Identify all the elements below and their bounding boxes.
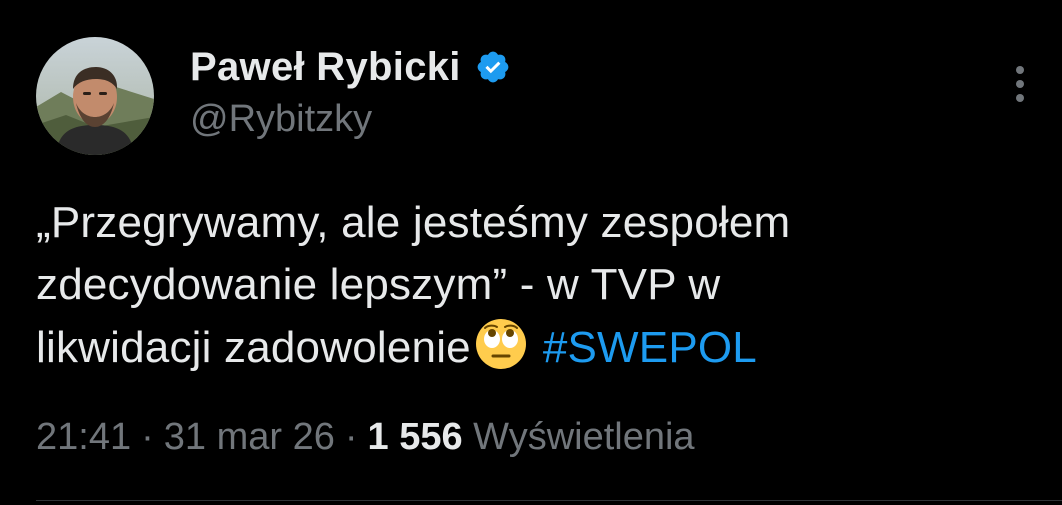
tweet-text-line-3-text: likwidacji zadowolenie — [36, 323, 471, 372]
tweet-text: „Przegrywamy, ale jesteśmy zespołem zdec… — [36, 192, 1036, 379]
tweet-time[interactable]: 21:41 — [36, 416, 131, 458]
meta-separator: · — [141, 416, 154, 458]
hashtag-link[interactable]: #SWEPOL — [543, 323, 757, 372]
verified-badge-icon[interactable] — [475, 49, 511, 85]
author-handle[interactable]: @Rybitzky — [190, 98, 511, 141]
author-display-name[interactable]: Paweł Rybicki — [190, 45, 461, 90]
views-label: Wyświetlenia — [473, 416, 695, 458]
meta-separator: · — [344, 416, 358, 458]
name-row: Paweł Rybicki — [190, 42, 511, 92]
author-block: Paweł Rybicki @Rybitzky — [190, 42, 511, 141]
tweet-text-line-3: likwidacji zadowolenie #SWEPOL — [36, 316, 1036, 379]
tweet-meta: 21:41 · 31 mar 26 · 1 556 Wyświetlenia — [36, 416, 695, 459]
face-with-rolling-eyes-icon — [473, 316, 529, 372]
views-count: 1 556 — [367, 416, 463, 458]
profile-photo-icon — [36, 37, 154, 155]
tweet-text-line-2: zdecydowanie lepszym” - w TVP w — [36, 260, 721, 309]
tweet-date[interactable]: 31 mar 26 — [164, 416, 335, 458]
avatar[interactable] — [36, 37, 154, 155]
divider — [36, 500, 1062, 501]
more-options-button[interactable] — [1000, 60, 1040, 110]
tweet-card: Paweł Rybicki @Rybitzky „Przegrywamy, al… — [0, 0, 1062, 505]
more-vertical-icon — [1016, 66, 1024, 102]
tweet-text-line-1: „Przegrywamy, ale jesteśmy zespołem — [36, 198, 791, 247]
